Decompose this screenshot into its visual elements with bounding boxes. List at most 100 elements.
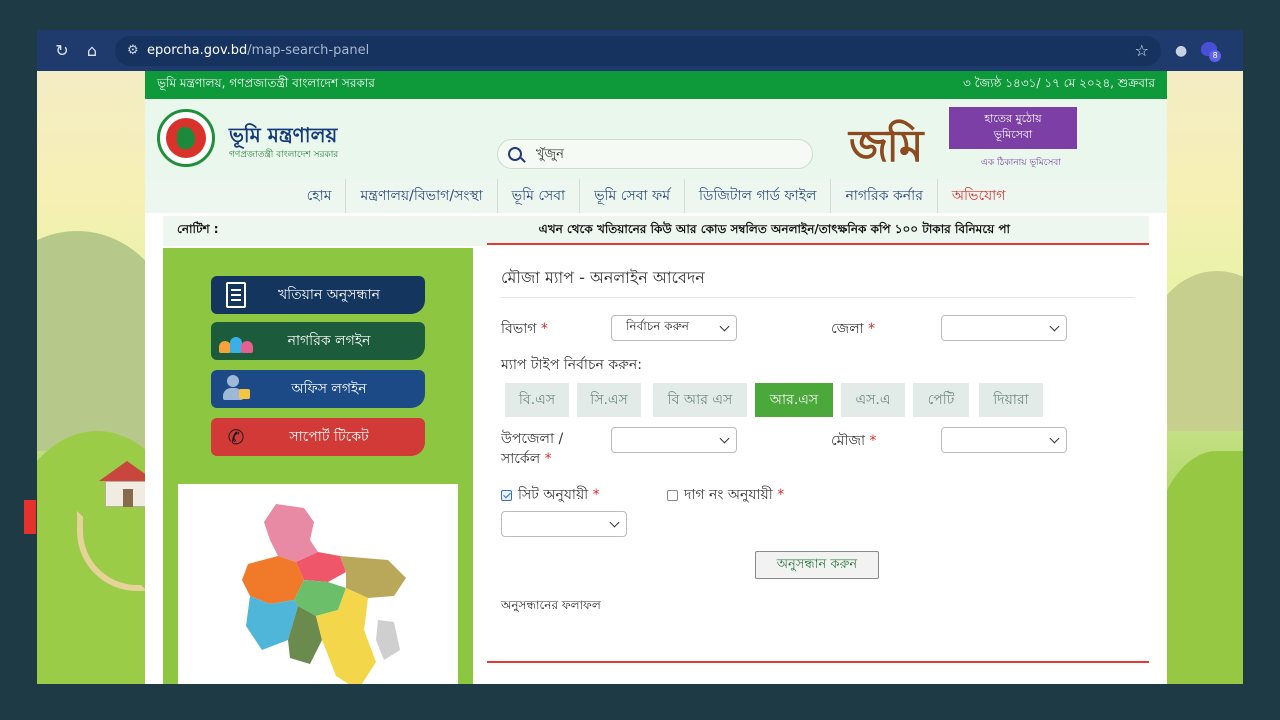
by-sheet-label: সিট অনুযায়ী (518, 487, 589, 503)
gov-bar-date: ৩ জ্যৈষ্ঠ ১৪৩১/ ১৭ মে ২০২৪, শুক্রবার (962, 76, 1155, 90)
bookmark-star-icon[interactable]: ☆ (1135, 41, 1149, 60)
main-nav: হোম মন্ত্রণালয়/বিভাগ/সংস্থা ভূমি সেবা ভ… (145, 179, 1167, 213)
jomi-slogan-line1: হাতের মুঠোয় (984, 112, 1042, 125)
site-search[interactable] (497, 139, 813, 169)
khatian-search-button[interactable]: খতিয়ান অনুসন্ধান (211, 276, 425, 314)
map-type-diara[interactable]: দিয়ারা (979, 383, 1043, 417)
sheet-select[interactable] (501, 511, 627, 537)
search-submit-button[interactable]: অনুসন্ধান করুন (755, 551, 879, 579)
url-path: /map-search-panel (247, 43, 370, 58)
notice-marquee[interactable]: এখন থেকে খতিয়ানের কিউ আর কোড সম্বলিত অন… (539, 221, 1010, 241)
microphone-icon[interactable]: ● (1175, 43, 1187, 59)
required-mark: * (777, 487, 785, 503)
chevron-down-icon (1049, 433, 1060, 444)
support-ticket-label: সাপোর্ট টিকেট (289, 429, 369, 445)
site-header: ভূমি মন্ত্রণালয় গণপ্রজাতন্ত্রী বাংলাদেশ… (145, 99, 1167, 179)
map-region-rangpur[interactable] (264, 504, 318, 562)
search-input[interactable] (536, 146, 776, 162)
district-select[interactable] (941, 315, 1067, 341)
division-select-value: নির্বাচন করুন (626, 319, 689, 333)
search-results-label: অনুসন্ধানের ফলাফল (501, 598, 601, 612)
by-sheet-option[interactable]: সিট অনুযায়ী * (501, 483, 600, 507)
notice-bar: নোটিশ : এখন থেকে খতিয়ানের কিউ আর কোড সম… (163, 216, 1149, 246)
jomi-slogan-line2: ভূমিসেবা (993, 128, 1033, 141)
chevron-down-icon (719, 433, 730, 444)
nav-home[interactable]: হোম (293, 179, 347, 213)
required-mark: * (540, 321, 548, 337)
upazila-label: উপজেলা / সার্কেল * (501, 429, 563, 469)
map-type-peti[interactable]: পেটি (913, 383, 969, 417)
reload-icon[interactable]: ↻ (47, 36, 77, 66)
mouza-label: মৌজা * (831, 429, 877, 453)
site-info-icon[interactable]: ⚙ (127, 43, 147, 58)
mouza-label-text: মৌজা (831, 433, 866, 449)
jomi-slogan-box: হাতের মুঠোয় ভূমিসেবা (949, 107, 1077, 149)
required-mark: * (869, 433, 877, 449)
page-viewport: ভূমি মন্ত্রণালয়, গণপ্রজাতন্ত্রী বাংলাদে… (37, 71, 1243, 684)
government-bar: ভূমি মন্ত্রণালয়, গণপ্রজাতন্ত্রী বাংলাদে… (145, 71, 1167, 99)
by-dag-label: দাগ নং অনুযায়ী (684, 487, 773, 503)
nav-service-form[interactable]: ভূমি সেবা ফর্ম (580, 179, 686, 213)
sidebar: খতিয়ান অনুসন্ধান নাগরিক লগইন অফিস লগইন … (163, 248, 473, 684)
citizen-login-label: নাগরিক লগইন (287, 333, 371, 349)
home-icon[interactable]: ⌂ (77, 36, 107, 66)
search-icon[interactable] (508, 147, 522, 161)
address-bar[interactable]: ⚙ eporcha.gov.bd/map-search-panel ☆ (115, 35, 1161, 66)
extension-icon[interactable]: 8 (1199, 40, 1222, 62)
by-dag-checkbox[interactable] (667, 489, 678, 501)
people-icon (219, 329, 253, 353)
jomi-tagline: এক ঠিকানায় ভূমিসেবা (981, 158, 1061, 168)
district-label-text: জেলা (831, 321, 864, 337)
map-search-panel: মৌজা ম্যাপ - অনলাইন আবেদন বিভাগ * নির্বা… (487, 243, 1149, 663)
map-type-label: ম্যাপ টাইপ নির্বাচন করুন: (501, 357, 642, 373)
by-dag-option[interactable]: দাগ নং অনুযায়ী * (667, 483, 784, 507)
title-divider (501, 297, 1135, 298)
officer-lock-icon (221, 375, 251, 403)
map-region-hill-tracts[interactable] (376, 620, 400, 660)
nav-complaint[interactable]: অভিযোগ (938, 179, 1020, 213)
map-type-cs[interactable]: সি.এস (577, 383, 641, 417)
jomi-wordmark: জমি (849, 121, 923, 172)
by-sheet-checkbox[interactable] (501, 489, 512, 501)
required-mark: * (592, 487, 600, 503)
bangladesh-division-map[interactable] (218, 500, 418, 684)
division-select[interactable]: নির্বাচন করুন (611, 315, 737, 341)
chevron-down-icon (1049, 321, 1060, 332)
nav-guard-file[interactable]: ডিজিটাল গার্ড ফাইল (685, 179, 832, 213)
screen-edge-marker (24, 500, 36, 534)
bangladesh-map-card[interactable] (178, 484, 458, 684)
upazila-label-line2: সার্কেল (501, 451, 541, 467)
extension-badge: 8 (1209, 49, 1222, 62)
chevron-down-icon (609, 517, 620, 528)
division-label-text: বিভাগ (501, 321, 537, 337)
office-login-button[interactable]: অফিস লগইন (211, 370, 425, 408)
browser-toolbar: ↻ ⌂ ⚙ eporcha.gov.bd/map-search-panel ☆ … (37, 30, 1243, 71)
division-label: বিভাগ * (501, 317, 548, 341)
document-icon (226, 282, 246, 308)
panel-bottom-rule (487, 661, 1149, 663)
map-type-bs[interactable]: বি.এস (505, 383, 569, 417)
gov-bar-ministry: ভূমি মন্ত্রণালয়, গণপ্রজাতন্ত্রী বাংলাদে… (157, 76, 375, 90)
nav-land-service[interactable]: ভূমি সেবা (498, 179, 581, 213)
office-login-label: অফিস লগইন (291, 381, 367, 397)
required-mark: * (544, 451, 552, 467)
map-type-rs[interactable]: আর.এস (755, 383, 833, 417)
mouza-select[interactable] (941, 427, 1067, 453)
map-type-brs[interactable]: বি আর এস (653, 383, 747, 417)
site-container: ভূমি মন্ত্রণালয়, গণপ্রজাতন্ত্রী বাংলাদে… (145, 71, 1167, 684)
phone-icon: ✆ (227, 425, 245, 449)
upazila-select[interactable] (611, 427, 737, 453)
url-host: eporcha.gov.bd (147, 43, 248, 58)
panel-title: মৌজা ম্যাপ - অনলাইন আবেদন (501, 268, 705, 287)
jomi-logo[interactable]: জমি হাতের মুঠোয় ভূমিসেবা এক ঠিকানায় ভূ… (849, 107, 1077, 173)
support-ticket-button[interactable]: ✆ সাপোর্ট টিকেট (211, 418, 425, 456)
nav-ministry[interactable]: মন্ত্রণালয়/বিভাগ/সংস্থা (346, 179, 498, 213)
browser-window: ↻ ⌂ ⚙ eporcha.gov.bd/map-search-panel ☆ … (37, 30, 1243, 684)
chevron-down-icon (719, 321, 730, 332)
map-type-sa[interactable]: এস.এ (841, 383, 905, 417)
background-house (99, 461, 155, 509)
ministry-subtitle: গণপ্রজাতন্ত্রী বাংলাদেশ সরকার (229, 150, 339, 160)
citizen-login-button[interactable]: নাগরিক লগইন (211, 322, 425, 360)
required-mark: * (868, 321, 876, 337)
government-seal-logo[interactable] (157, 109, 215, 167)
